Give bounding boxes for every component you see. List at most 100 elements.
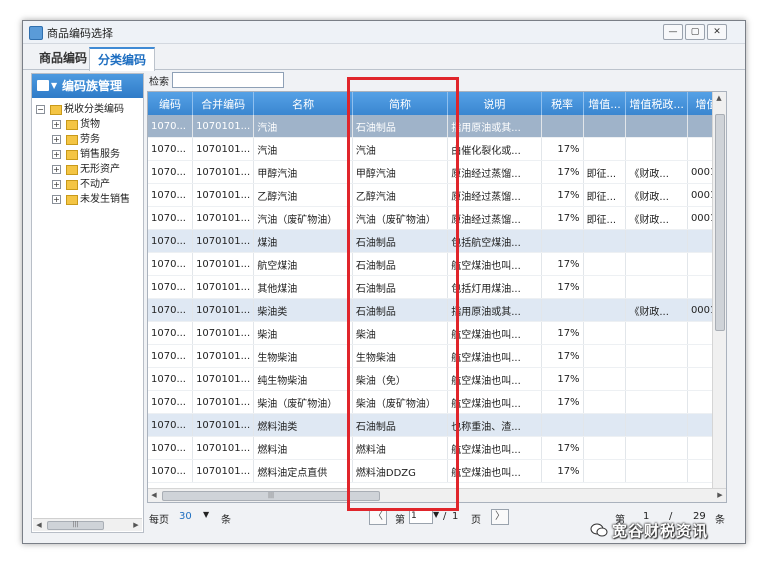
table-cell: 纯生物柴油 [253, 367, 353, 391]
column-header[interactable]: 编码 [148, 92, 194, 115]
table-cell: 1070101... [192, 298, 255, 322]
table-cell: 17% [541, 275, 584, 299]
table-cell: 1070101... [192, 160, 255, 184]
search-input[interactable] [172, 72, 284, 88]
table-cell [541, 298, 584, 322]
scroll-right-icon[interactable]: ▶ [714, 489, 726, 501]
tree-node-realestate[interactable]: + 不动产 [32, 177, 143, 192]
table-cell [583, 229, 627, 253]
app-icon [29, 26, 43, 40]
table-cell [583, 275, 627, 299]
tree-node-intangible[interactable]: + 无形资产 [32, 162, 143, 177]
total-pages: 1 [452, 511, 459, 522]
table-cell: 1070... [148, 252, 194, 276]
column-header[interactable]: 合并编码 [192, 92, 255, 115]
table-cell: 原油经过蒸馏... [447, 160, 542, 184]
expand-icon[interactable]: + [52, 135, 61, 144]
maximize-button[interactable]: ▢ [685, 24, 705, 40]
window-title: 商品编码选择 [47, 27, 113, 40]
tree-node-services[interactable]: + 销售服务 [32, 147, 143, 162]
close-button[interactable]: ✕ [707, 24, 727, 40]
per-page-dropdown-icon[interactable]: ▼ [203, 510, 209, 519]
expand-icon[interactable]: + [52, 165, 61, 174]
table-cell: 《财政... [625, 206, 688, 230]
table-cell [625, 344, 688, 368]
grid-vscrollbar[interactable]: ▲ [712, 92, 726, 488]
table-cell: 1070... [148, 321, 194, 345]
table-cell: 17% [541, 160, 584, 184]
tree-node-root[interactable]: − 税收分类编码 [32, 102, 143, 117]
per-page-unit: 条 [221, 515, 231, 526]
table-cell [583, 137, 627, 161]
calculator-icon [37, 80, 49, 91]
table-cell: 1070101... [192, 115, 255, 138]
table-cell [625, 436, 688, 460]
prev-page-button[interactable]: 〈 [369, 509, 387, 525]
table-cell: 1070101... [192, 436, 255, 460]
scroll-right-icon[interactable]: ▶ [130, 519, 142, 531]
column-header[interactable]: 名称 [253, 92, 353, 115]
table-cell: 17% [541, 390, 584, 414]
expand-icon[interactable]: + [52, 150, 61, 159]
table-cell: 1070101... [192, 137, 255, 161]
tree-node-goods[interactable]: + 货物 [32, 117, 143, 132]
table-cell [583, 298, 627, 322]
table-cell [625, 413, 688, 437]
table-cell: 也称重油、渣... [447, 413, 542, 437]
scroll-left-icon[interactable]: ◀ [33, 519, 45, 531]
table-cell [583, 459, 627, 483]
table-cell: 17% [541, 436, 584, 460]
tree-hscrollbar[interactable]: ◀ ||| ▶ [33, 518, 142, 531]
scroll-thumb[interactable]: ||| [47, 521, 104, 530]
folder-icon [66, 165, 78, 175]
code-family-title: 编码族管理 [62, 79, 123, 93]
table-cell: 1070... [148, 459, 194, 483]
table-cell [583, 344, 627, 368]
table-cell: 1070... [148, 298, 194, 322]
table-cell: 17% [541, 344, 584, 368]
table-cell: 航空煤油也叫... [447, 321, 542, 345]
page-dropdown-icon[interactable]: ▼ [433, 510, 439, 519]
table-cell [625, 321, 688, 345]
minimize-button[interactable]: — [663, 24, 683, 40]
tree-label: 无形资产 [80, 164, 120, 175]
folder-icon [66, 150, 78, 160]
collapse-icon[interactable]: − [36, 105, 45, 114]
column-header[interactable]: 说明 [447, 92, 542, 115]
scroll-left-icon[interactable]: ◀ [148, 489, 160, 501]
column-header[interactable]: 税率 [541, 92, 584, 115]
expand-icon[interactable]: + [52, 180, 61, 189]
table-cell: 燃料油定点直供 [253, 459, 353, 483]
table-cell: 航空煤油也叫... [447, 390, 542, 414]
tab-category-code[interactable]: 分类编码 [89, 47, 156, 71]
table-cell: 1070... [148, 367, 194, 391]
code-family-header[interactable]: ▼ 编码族管理 [32, 74, 143, 98]
table-cell [625, 275, 688, 299]
table-cell [583, 115, 627, 138]
column-header[interactable]: 增值... [583, 92, 627, 115]
next-page-button[interactable]: 〉 [491, 509, 509, 525]
tree-node-no-sale[interactable]: + 未发生销售 [32, 192, 143, 207]
table-cell: 1070... [148, 275, 194, 299]
table-cell: 航空煤油也叫... [447, 252, 542, 276]
tree-label: 劳务 [80, 134, 100, 145]
tab-product-code[interactable]: 商品编码 [31, 47, 95, 69]
column-header[interactable]: 增值税政... [625, 92, 688, 115]
tree-node-labor[interactable]: + 劳务 [32, 132, 143, 147]
page-prefix: 第 [395, 515, 405, 526]
vscroll-thumb[interactable] [715, 114, 725, 331]
per-page-value[interactable]: 30 [179, 511, 192, 522]
wechat-icon [590, 523, 608, 537]
table-cell: 包括航空煤油... [447, 229, 542, 253]
watermark-text: 宽谷财税资讯 [612, 522, 709, 540]
page-suffix: 页 [471, 515, 481, 526]
table-cell: 《财政... [625, 160, 688, 184]
expand-icon[interactable]: + [52, 120, 61, 129]
table-cell: 1070101... [192, 390, 255, 414]
table-cell [625, 115, 688, 138]
scroll-up-icon[interactable]: ▲ [713, 92, 725, 104]
table-cell: 1070101... [192, 275, 255, 299]
expand-icon[interactable]: + [52, 195, 61, 204]
tree-label: 税收分类编码 [64, 104, 124, 115]
table-cell: 17% [541, 367, 584, 391]
